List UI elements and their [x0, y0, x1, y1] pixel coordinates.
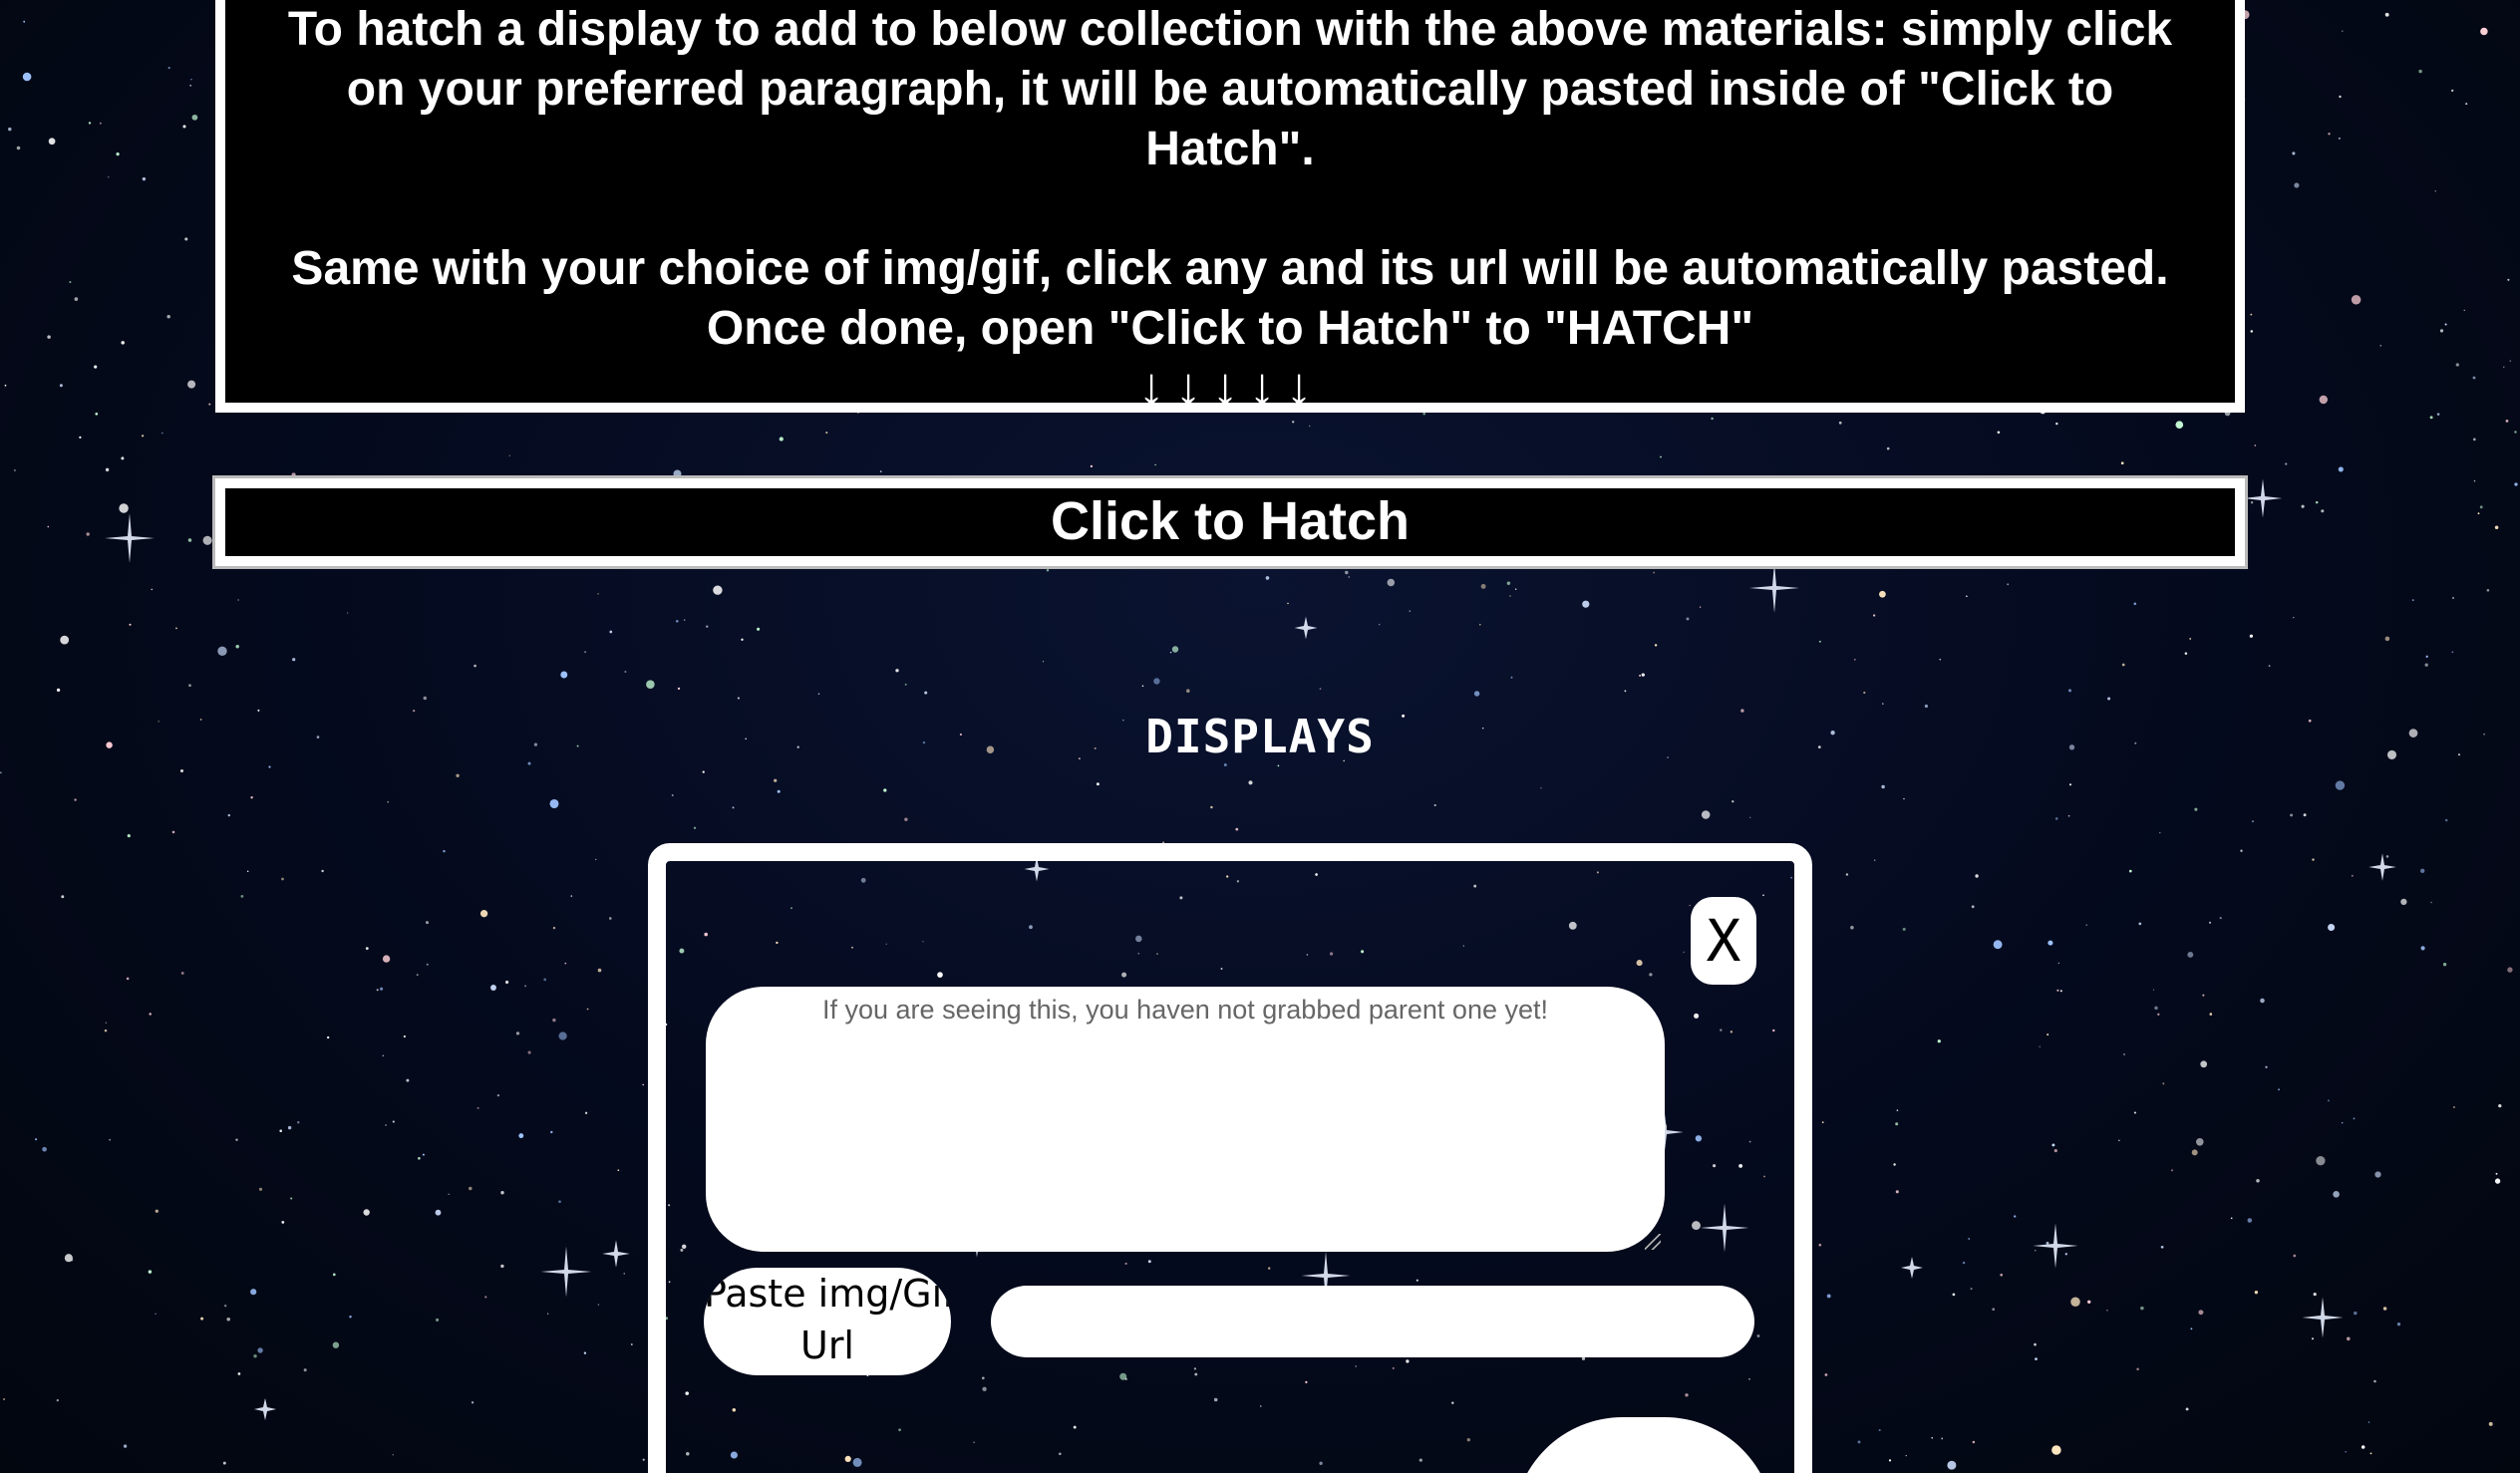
- instructions-spacer: [225, 179, 2235, 239]
- paste-label-line-1: Paste img/Gif: [704, 1272, 951, 1316]
- close-button[interactable]: X: [1691, 897, 1756, 985]
- img-gif-url-input[interactable]: [991, 1286, 1754, 1357]
- instructions-line-5: Once done, open "Click to Hatch" to "HAT…: [706, 302, 1754, 355]
- paste-label-line-2: Url: [800, 1324, 854, 1367]
- down-arrows-icon: ↓↓↓↓↓: [1137, 357, 1323, 417]
- parent-text-area[interactable]: If you are seeing this, you haven not gr…: [706, 987, 1665, 1252]
- instructions-panel: To hatch a display to add to below colle…: [215, 0, 2245, 417]
- click-to-hatch-toggle[interactable]: Click to Hatch: [215, 478, 2245, 566]
- paste-img-gif-url-label: Paste img/Gif Url: [704, 1268, 951, 1375]
- instructions-line-4: Same with your choice of img/gif, click …: [291, 242, 2169, 295]
- click-to-hatch-label: Click to Hatch: [1050, 491, 1411, 551]
- instructions-line-3: Hatch".: [1145, 123, 1315, 175]
- instructions-line-1: To hatch a display to add to below colle…: [287, 3, 2173, 56]
- displays-heading: DISPLAYS: [1145, 710, 1375, 763]
- resize-grip-icon[interactable]: [1645, 1234, 1661, 1250]
- instructions-line-2: on your preferred paragraph, it will be …: [346, 63, 2114, 116]
